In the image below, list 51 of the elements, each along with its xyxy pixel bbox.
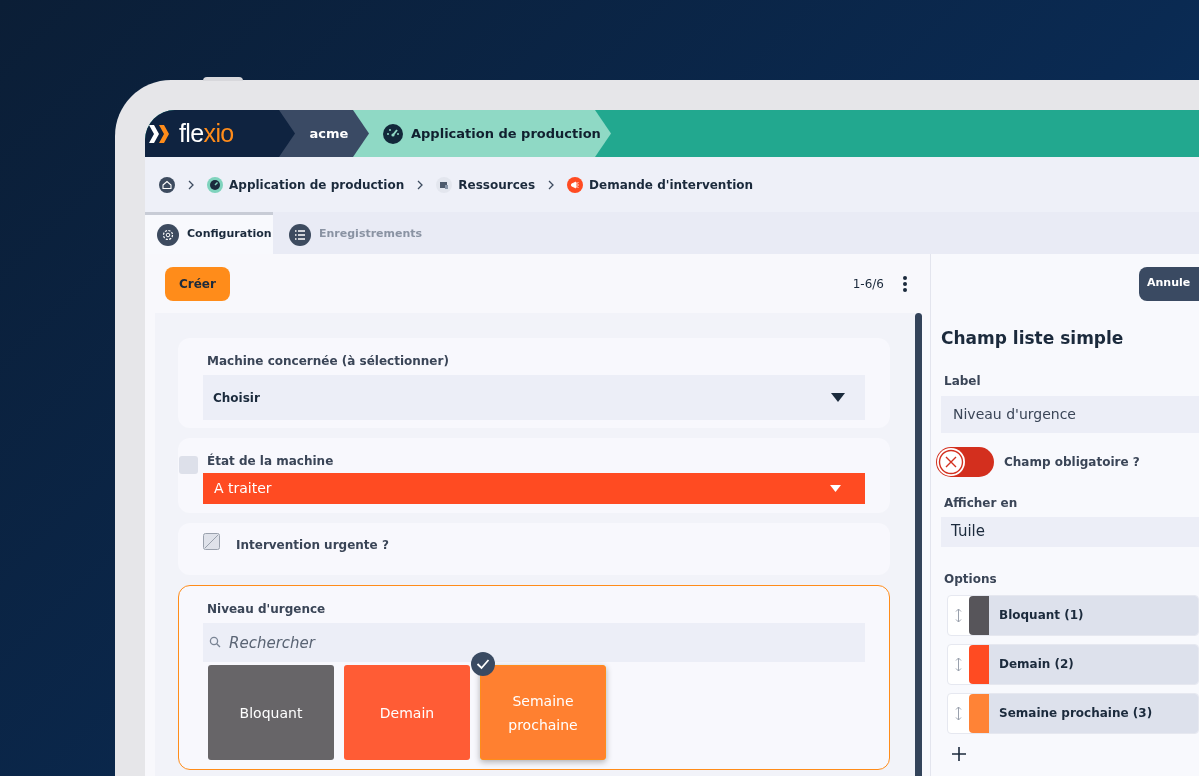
caret-icon <box>831 393 845 402</box>
toggle-label: Champ obligatoire ? <box>1004 453 1140 471</box>
panel-title: Champ liste simple <box>941 327 1125 350</box>
checkbox-label: Intervention urgente ? <box>236 537 389 554</box>
option-row[interactable]: Semaine prochaine (3) <box>947 692 1199 734</box>
field-label: Niveau d'urgence <box>206 601 327 618</box>
more-icon <box>902 274 908 293</box>
chevron-icon <box>187 179 195 190</box>
tab[interactable]: Configuration <box>145 212 273 254</box>
gauge-icon <box>383 123 403 144</box>
breadcrumb-link[interactable]: Ressources <box>436 175 536 194</box>
option-label: Demain (2) <box>999 656 1074 673</box>
option-tile[interactable]: Bloquant <box>208 665 334 760</box>
option-label: Semaine prochaine (3) <box>999 705 1153 722</box>
chevron-icon <box>416 179 425 190</box>
field-label: État de la machine <box>206 452 335 470</box>
logo-text: flexio <box>179 121 234 146</box>
search-icon <box>209 636 221 648</box>
square-icon <box>179 456 198 474</box>
list-icon <box>289 223 311 246</box>
option-label: Bloquant (1) <box>999 607 1084 624</box>
pagination-text: 1-6/6 <box>852 275 884 293</box>
option-row[interactable]: Bloquant (1) <box>947 594 1199 636</box>
display-field[interactable]: Tuile <box>941 516 1199 547</box>
select-field[interactable]: Choisir <box>203 375 865 420</box>
gear-icon <box>157 223 179 246</box>
megaphone-icon <box>567 176 584 193</box>
toggle-switch[interactable] <box>936 446 994 477</box>
cross-knob-icon <box>937 447 965 476</box>
create-button[interactable]: Créer <box>165 266 230 301</box>
add-icon[interactable] <box>951 745 967 762</box>
option-row[interactable]: Demain (2) <box>947 643 1199 685</box>
home-icon <box>159 176 175 193</box>
scrollbar[interactable] <box>915 313 922 776</box>
breadcrumb-segment[interactable]: Application de production <box>353 110 611 157</box>
cancel-button[interactable]: Annule <box>1139 266 1199 301</box>
field-label: Afficher en <box>943 494 1019 512</box>
breadcrumb-link[interactable]: Application de production <box>207 175 405 194</box>
check-icon <box>471 652 495 676</box>
field-label: Options <box>943 570 998 588</box>
field-label: Machine concernée (à sélectionner) <box>206 353 450 370</box>
machine-icon <box>436 176 453 193</box>
field-label: Label <box>943 372 982 390</box>
label-field[interactable]: Niveau d'urgence <box>941 395 1199 433</box>
gauge-icon <box>207 176 223 193</box>
checkbox[interactable] <box>203 533 220 550</box>
breadcrumb-link[interactable]: Demande d'intervention <box>567 175 754 194</box>
caret-icon <box>830 485 841 492</box>
search-field[interactable]: Rechercher <box>203 623 865 662</box>
logo-icon <box>149 124 171 143</box>
chevron-icon <box>547 179 556 190</box>
